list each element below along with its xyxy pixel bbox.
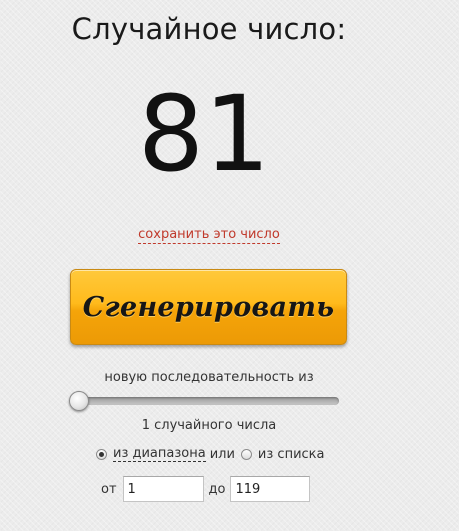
range-inputs: от до — [101, 476, 311, 502]
from-label: от — [101, 481, 117, 497]
from-input[interactable] — [122, 476, 204, 502]
to-input[interactable] — [230, 476, 311, 502]
generate-button-label[interactable]: Сгенерировать — [83, 292, 335, 323]
list-option-label[interactable]: из списка — [258, 447, 325, 462]
or-text: или — [209, 446, 235, 462]
generate-button[interactable]: Сгенерировать — [70, 269, 347, 345]
save-number-link[interactable]: сохранить это число — [0, 227, 418, 244]
range-radio[interactable] — [96, 448, 107, 460]
radio-selected-dot — [99, 451, 104, 457]
range-option-link[interactable]: из диапазона — [113, 446, 206, 462]
mode-selector: из диапазона или из списка — [96, 445, 324, 463]
to-label: до — [208, 481, 226, 497]
save-number-link-label[interactable]: сохранить это число — [138, 227, 280, 244]
page-title: Случайное число: — [71, 12, 347, 46]
random-number: 81 — [137, 73, 271, 195]
sequence-label: новую последовательность из — [104, 370, 314, 385]
count-label: 1 случайного числа — [141, 418, 277, 433]
count-slider-handle[interactable] — [69, 391, 89, 411]
list-radio[interactable] — [240, 448, 252, 460]
count-slider-track[interactable] — [72, 397, 339, 405]
